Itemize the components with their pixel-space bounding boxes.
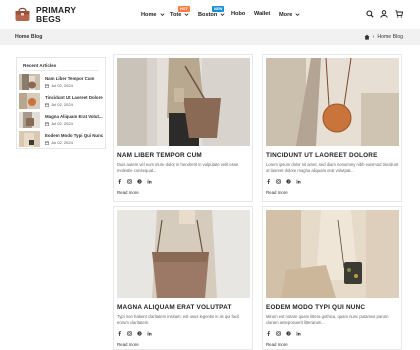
calendar-icon [45,140,49,145]
post-excerpt: Typi non habent claritatem insitam; est … [117,314,240,326]
home-icon[interactable] [363,34,370,40]
read-more-link[interactable]: Read more [117,342,139,347]
nav-label: Home [141,11,157,18]
site-header: PRIMARY BEGS Home Tote HOT Boston NEW Ho… [0,0,420,29]
linkedin-icon[interactable] [147,331,152,336]
instagram-icon[interactable] [276,331,281,336]
instagram-icon[interactable] [127,179,132,184]
article-thumbnail[interactable] [19,131,40,147]
read-more-link[interactable]: Read more [266,342,288,347]
linkedin-icon[interactable] [147,179,152,184]
recent-articles-widget: Recent Articles Nam Liber Tempor Cum Jul… [16,57,106,149]
date-text: Jul 02, 2024 [51,140,73,145]
nav-label: More [279,11,293,18]
post-title[interactable]: NAM LIBER TEMPOR CUM [117,152,202,159]
blog-card: MAGNA ALIQUAM ERAT VOLUTPAT Typi non hab… [113,206,253,350]
brand-name[interactable]: PRIMARY BEGS [36,6,76,24]
post-title[interactable]: TINCIDUNT UT LAOREET DOLORE [266,152,378,159]
cart-icon[interactable] [395,10,403,18]
pinterest-icon[interactable] [286,331,291,336]
article-thumbnail[interactable] [19,93,40,109]
read-more-link[interactable]: Read more [117,190,139,195]
pinterest-icon[interactable] [286,179,291,184]
article-title[interactable]: Magna Aliquam Erat Volut... [45,114,103,119]
chevron-down-icon [220,13,225,16]
search-icon[interactable] [366,10,374,18]
breadcrumb-current: Home Blog [377,33,403,40]
pinterest-icon[interactable] [137,179,142,184]
instagram-icon[interactable] [127,331,132,336]
facebook-icon[interactable] [117,179,122,184]
facebook-icon[interactable] [266,179,271,184]
linkedin-icon[interactable] [296,331,301,336]
article-date: Jul 02, 2024 [45,83,73,88]
post-excerpt: Duis autem vel eum iriure dolor in hendr… [117,162,239,174]
user-icon[interactable] [380,10,388,18]
nav-item-more[interactable]: More [279,11,301,18]
bag-logo-icon[interactable] [14,6,31,22]
chevron-down-icon [295,13,300,16]
calendar-icon [45,83,49,88]
article-title[interactable]: Nam Liber Tempor Cum [45,76,94,81]
recent-article-item[interactable]: Eodem Modo Typi Qui Nunc Jul 02, 2024 [19,131,105,147]
post-excerpt: Lorem ipsum dolor sit amet, sed diam non… [266,162,399,174]
breadcrumb: › Home Blog [363,33,403,40]
pinterest-icon[interactable] [137,331,142,336]
nav-label: Tote [170,11,182,18]
social-share [266,179,301,184]
nav-item-wallet[interactable]: Wallet [254,11,270,17]
post-image[interactable] [266,210,399,298]
post-image[interactable] [117,210,250,298]
facebook-icon[interactable] [117,331,122,336]
date-text: Jul 02, 2024 [51,83,73,88]
recent-articles-title: Recent Articles [23,63,57,68]
read-more-link[interactable]: Read more [266,190,288,195]
post-excerpt: Mirum est notare quam littera gothica, q… [266,314,389,326]
post-image[interactable] [266,58,399,146]
date-text: Jul 02, 2024 [51,121,73,126]
nav-label: Boston [198,11,218,18]
article-date: Jul 02, 2024 [45,140,73,145]
date-text: Jul 02, 2024 [51,102,73,107]
breadcrumb-separator: › [372,33,375,40]
article-title[interactable]: Tincidunt Ut Laoreet Dolore [45,95,103,100]
article-date: Jul 02, 2024 [45,102,73,107]
post-title[interactable]: MAGNA ALIQUAM ERAT VOLUTPAT [117,304,232,311]
calendar-icon [45,102,49,107]
blog-card: NAM LIBER TEMPOR CUM Duis autem vel eum … [113,54,253,202]
article-thumbnail[interactable] [19,112,40,128]
blog-card: TINCIDUNT UT LAOREET DOLORE Lorem ipsum … [262,54,402,202]
breadcrumb-bar: Home Blog › Home Blog [0,29,420,45]
article-title[interactable]: Eodem Modo Typi Qui Nunc [45,133,103,138]
chevron-down-icon [184,13,189,16]
social-share [117,179,152,184]
recent-article-item[interactable]: Nam Liber Tempor Cum Jul 02, 2024 [19,74,105,90]
calendar-icon [45,121,49,126]
nav-label: Wallet [254,11,271,17]
article-date: Jul 02, 2024 [45,121,73,126]
hot-badge: HOT [178,6,190,12]
recent-article-item[interactable]: Tincidunt Ut Laoreet Dolore Jul 02, 2024 [19,93,105,109]
recent-article-item[interactable]: Magna Aliquam Erat Volut... Jul 02, 2024 [19,112,105,128]
nav-item-tote[interactable]: Tote [170,11,190,18]
nav-item-hobo[interactable]: Hobo [231,11,245,17]
social-share [266,331,301,336]
nav-item-home[interactable]: Home [141,11,166,18]
facebook-icon[interactable] [266,331,271,336]
chevron-down-icon [159,13,165,16]
article-thumbnail[interactable] [19,74,40,90]
linkedin-icon[interactable] [296,179,301,184]
instagram-icon[interactable] [276,179,281,184]
divider [23,70,99,71]
brand-line-2: BEGS [36,14,61,24]
post-title[interactable]: EODEM MODO TYPI QUI NUNC [266,304,365,311]
nav-item-boston[interactable]: Boston [198,11,226,18]
page-title: Home Blog [15,34,43,40]
social-share [117,331,152,336]
nav-label: Hobo [231,11,246,17]
post-image[interactable] [117,58,250,146]
new-badge: NEW [212,6,225,12]
blog-card: EODEM MODO TYPI QUI NUNC Mirum est notar… [262,206,402,350]
